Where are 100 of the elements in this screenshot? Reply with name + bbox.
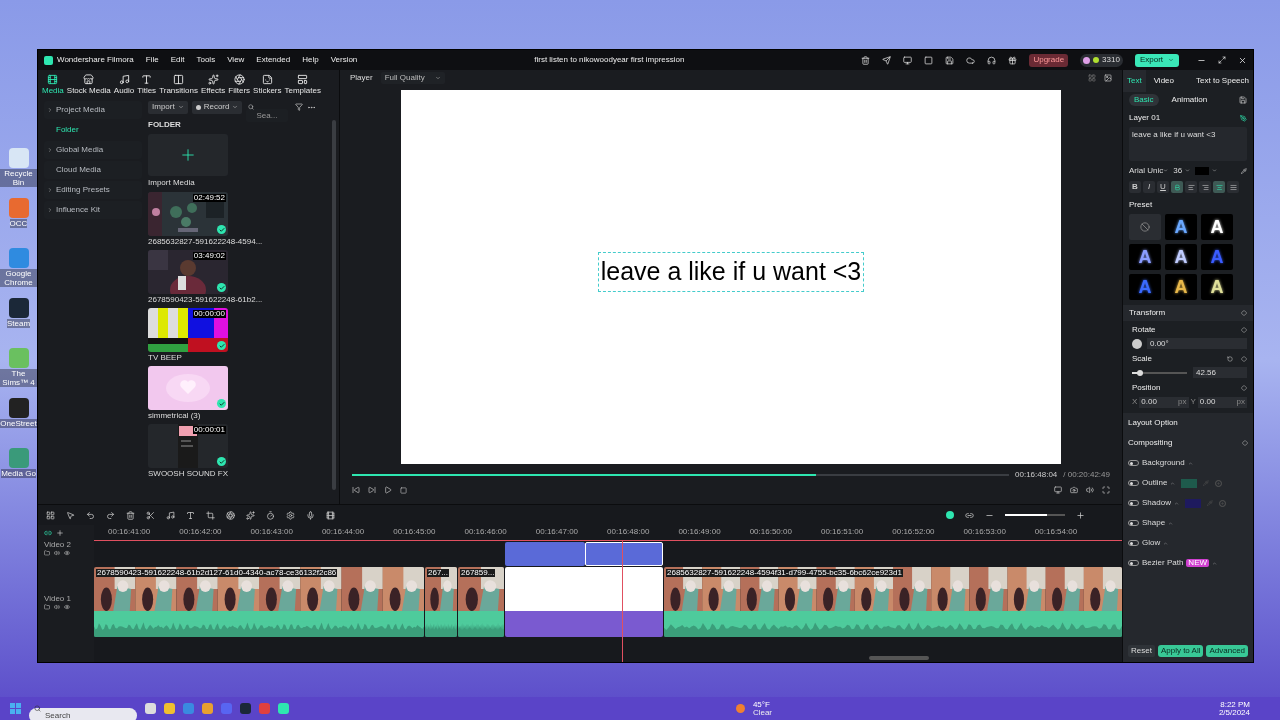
menu-item[interactable]: View: [227, 54, 245, 66]
zoom-in-icon[interactable]: [1076, 510, 1085, 520]
advanced-button[interactable]: Advanced: [1206, 645, 1249, 657]
maximize-icon[interactable]: [1218, 56, 1226, 64]
title-clip[interactable]: [505, 542, 585, 566]
align-right-icon[interactable]: [1199, 181, 1211, 193]
menu-item[interactable]: Extended: [256, 54, 291, 66]
reset-icon[interactable]: [1227, 356, 1233, 362]
keyframe-icon[interactable]: [1241, 356, 1247, 362]
panel-tab[interactable]: Video: [1149, 70, 1178, 92]
gift-icon[interactable]: [1008, 55, 1018, 65]
apply-to-all-button[interactable]: Apply to All: [1157, 645, 1204, 657]
menu-item[interactable]: Edit: [170, 54, 185, 66]
text-spacing-icon[interactable]: [1171, 181, 1183, 193]
save-icon[interactable]: [1239, 96, 1247, 104]
aperture-icon[interactable]: [226, 510, 235, 520]
upgrade-button[interactable]: Upgrade: [1029, 53, 1069, 67]
pen-icon[interactable]: [1240, 114, 1247, 122]
video-clip[interactable]: 267859...: [458, 567, 504, 637]
text-icon[interactable]: [186, 510, 195, 520]
redo-icon[interactable]: [106, 510, 115, 520]
reset-button[interactable]: Reset: [1128, 645, 1155, 657]
toggle-switch[interactable]: [1128, 560, 1139, 566]
volume-icon[interactable]: [1086, 486, 1094, 494]
title-clip[interactable]: [585, 542, 663, 566]
slider-thumb[interactable]: [1137, 369, 1144, 376]
panel-tab[interactable]: Text: [1123, 70, 1146, 92]
import-button[interactable]: Import: [148, 100, 188, 114]
quality-dropdown[interactable]: Full Quality: [380, 72, 445, 84]
credits-badge[interactable]: 3310: [1080, 53, 1123, 67]
media-tab[interactable]: Filters: [227, 74, 252, 95]
gear-icon[interactable]: [286, 510, 295, 520]
trash-icon[interactable]: [861, 55, 871, 65]
next-icon[interactable]: [368, 486, 376, 494]
image-icon[interactable]: [1104, 74, 1112, 82]
media-tab[interactable]: Effects: [199, 74, 227, 95]
shortcut-label[interactable]: OCC: [9, 219, 28, 228]
timer-icon[interactable]: [266, 510, 275, 520]
toggle-switch[interactable]: [1128, 460, 1139, 466]
play-icon[interactable]: [384, 486, 392, 494]
app-icon[interactable]: [8, 398, 29, 418]
shortcut-label[interactable]: OneStreet: [0, 419, 37, 428]
menu-item[interactable]: Version: [330, 54, 358, 66]
import-media-tile[interactable]: [148, 134, 228, 176]
menu-item[interactable]: Tools: [196, 54, 216, 66]
link-icon[interactable]: [44, 529, 52, 537]
keyframe-icon[interactable]: [1241, 327, 1247, 333]
align-justify-icon[interactable]: [1227, 181, 1239, 193]
size-dropdown[interactable]: 36: [1171, 165, 1193, 176]
export-button[interactable]: Export: [1134, 53, 1179, 67]
undo-icon[interactable]: [86, 510, 95, 520]
sub-tab[interactable]: Basic: [1129, 94, 1159, 106]
volume-icon[interactable]: [54, 603, 60, 610]
align-left-icon[interactable]: [1185, 181, 1197, 193]
panel-tab[interactable]: Text to Speech: [1192, 70, 1253, 92]
eyedropper-icon[interactable]: [1241, 167, 1247, 174]
app-icon[interactable]: [8, 298, 29, 318]
shortcut-label[interactable]: Google Chrome: [0, 269, 37, 287]
align-center-icon[interactable]: [1213, 181, 1225, 193]
font-color-swatch[interactable]: [1195, 166, 1210, 175]
send-icon[interactable]: [882, 55, 892, 65]
add-track-icon[interactable]: [56, 529, 64, 537]
no-symbol-icon[interactable]: [1140, 222, 1150, 232]
monitor-icon[interactable]: [1054, 486, 1062, 494]
audio-clip[interactable]: [505, 611, 663, 637]
layout-icon[interactable]: [924, 55, 934, 65]
headphones-icon[interactable]: [987, 55, 997, 65]
shortcut-label[interactable]: The Sims™ 4: [0, 369, 37, 387]
start-icon[interactable]: [10, 703, 21, 714]
video-clip[interactable]: 2685632827-591622248-4594f31-d799-4755-bc35-6bc62ce923d1: [664, 567, 1122, 637]
shortcut-label[interactable]: Steam: [6, 319, 31, 328]
position-x-value[interactable]: 0.00: [1141, 396, 1157, 408]
text-input[interactable]: leave a like if u want <3: [1129, 127, 1247, 161]
record-icon[interactable]: [946, 511, 954, 519]
position-y-value[interactable]: 0.00: [1199, 396, 1216, 408]
media-tab[interactable]: Stock Media: [65, 74, 112, 95]
format-button[interactable]: B: [1129, 181, 1141, 193]
eye-icon[interactable]: [64, 603, 70, 610]
media-tab[interactable]: Stickers: [252, 74, 283, 95]
fullscreen-icon[interactable]: [1102, 486, 1110, 494]
record-button[interactable]: Record: [191, 100, 243, 114]
scale-slider[interactable]: [1132, 371, 1187, 374]
shortcut-label[interactable]: Media Go: [1, 469, 36, 478]
toggle-switch[interactable]: [1128, 520, 1139, 526]
shortcut-label[interactable]: Recycle Bin: [0, 169, 37, 187]
rotate-field[interactable]: 0.00°: [1147, 338, 1247, 349]
microphone-icon[interactable]: [306, 510, 315, 520]
monitor-icon[interactable]: [903, 55, 913, 65]
horizontal-scrollbar[interactable]: [869, 656, 929, 660]
eye-icon[interactable]: [64, 550, 70, 556]
font-dropdown[interactable]: Arial Unic: [1129, 165, 1169, 176]
format-button[interactable]: U: [1157, 181, 1169, 193]
toggle-switch[interactable]: [1128, 480, 1139, 486]
close-icon[interactable]: [1238, 55, 1247, 65]
stop-icon[interactable]: [400, 486, 407, 494]
title-clip[interactable]: [505, 567, 663, 611]
keyframe-icon[interactable]: [1241, 385, 1247, 391]
volume-icon[interactable]: [54, 550, 60, 556]
delete-icon[interactable]: [126, 510, 135, 520]
keyframe-icon[interactable]: [1241, 310, 1247, 316]
